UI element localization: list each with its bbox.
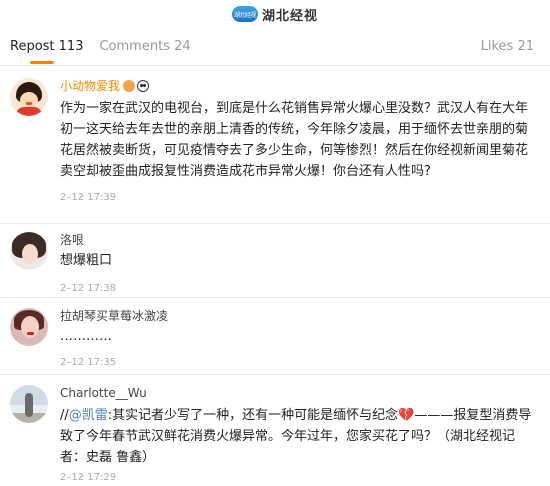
app-header: 湖北经视 湖北经视 [0, 0, 550, 28]
comment-text: ………… [60, 329, 112, 344]
username[interactable]: 拉胡琴买草莓冰激凌 [60, 308, 540, 324]
username[interactable]: Charlotte__Wu [60, 385, 540, 401]
tab-likes[interactable]: Likes 21 [481, 39, 534, 54]
list-item: 拉胡琴买草莓冰激凌 ………… 2–12 17:35 [0, 298, 550, 375]
avatar[interactable] [10, 385, 48, 423]
repost-prefix: // [60, 408, 69, 423]
comment-text: 想爆粗口 [60, 253, 113, 268]
timestamp: 2–12 17:29 [60, 472, 117, 483]
page-title: 湖北经视 [261, 8, 318, 24]
list-item: 小动物爱我 作为一家在武汉的电视台，到底是什么花销售异常火爆心里没数？武汉人有在… [0, 66, 550, 224]
brand-logo-text: 湖北经视 [233, 11, 257, 19]
comment-text: 作为一家在武汉的电视台，到底是什么花销售异常火爆心里没数？武汉人有在大年初一这天… [60, 101, 529, 179]
timestamp: 2–12 17:39 [60, 192, 117, 203]
username-text[interactable]: 小动物爱我 [60, 78, 120, 94]
timestamp: 2–12 17:35 [60, 357, 117, 368]
comment-text: //@凯雷:其实记者少写了一种，还有一种可能是缅怀与纪念💔———报复型消费导致了… [60, 405, 540, 468]
active-tab-indicator [30, 61, 54, 64]
avatar[interactable] [10, 78, 48, 116]
comment-text-part: :其实记者少写了一种，还有一种可能是缅怀与纪念 [107, 408, 399, 423]
brand-logo-icon: 湖北经视 [231, 6, 258, 22]
avatar[interactable] [10, 308, 48, 346]
list-item: 洛哏 想爆粗口 2–12 17:38 [0, 224, 550, 298]
username[interactable]: 小动物爱我 [60, 78, 540, 94]
mention-link[interactable]: @凯雷 [69, 408, 108, 423]
emoji-icon [123, 80, 136, 92]
username[interactable]: 洛哏 [60, 232, 540, 248]
list-item: Charlotte__Wu //@凯雷:其实记者少写了一种，还有一种可能是缅怀与… [0, 375, 550, 486]
avatar[interactable] [10, 232, 48, 270]
tab-comments[interactable]: Comments 24 [99, 39, 190, 54]
tab-bar: Repost 113 Comments 24 Likes 21 [0, 28, 550, 66]
tab-repost[interactable]: Repost 113 [10, 39, 83, 54]
broken-heart-icon: 💔 [398, 408, 415, 423]
panda-icon [137, 80, 150, 92]
timestamp: 2–12 17:38 [60, 283, 117, 294]
